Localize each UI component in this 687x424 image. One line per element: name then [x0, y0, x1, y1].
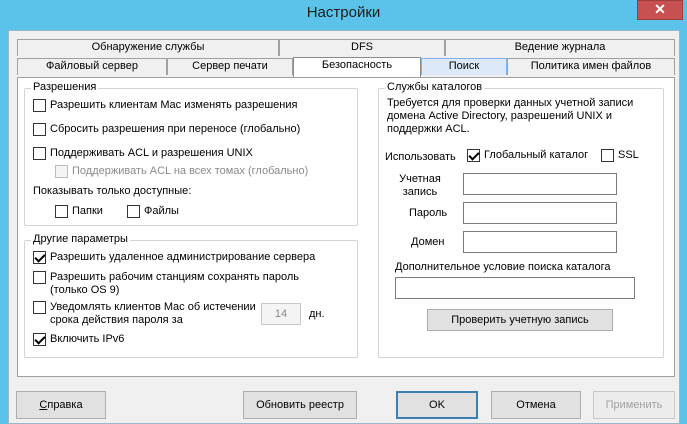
checkbox-label: Файлы — [144, 205, 179, 217]
password-input[interactable] — [463, 202, 617, 224]
support-acl-checkbox[interactable]: Поддерживать ACL и разрешения UNIX — [33, 147, 253, 160]
days-unit-label: дн. — [309, 308, 325, 320]
title-bar: Настройки ✕ — [0, 0, 687, 30]
acl-all-volumes-checkbox: Поддерживать ACL на всех томах (глобальн… — [55, 165, 308, 178]
tab-file-server[interactable]: Файловый сервер — [17, 58, 167, 75]
tab-logging[interactable]: Ведение журнала — [445, 39, 675, 56]
checkbox-label: Глобальный каталог — [484, 149, 589, 161]
checkbox-box[interactable] — [33, 271, 46, 284]
close-button[interactable]: ✕ — [637, 0, 683, 20]
checkbox-label: Разрешить удаленное администрирование се… — [50, 251, 316, 263]
checkbox-label: Папки — [72, 205, 103, 217]
checkbox-label: Сбросить разрешения при переносе (глобал… — [50, 123, 301, 135]
apply-button: Применить — [593, 391, 675, 419]
security-tab-panel: Разрешения Разрешить клиентам Mac изменя… — [17, 77, 675, 377]
checkbox-label: Разрешить клиентам Mac изменять разрешен… — [50, 99, 298, 111]
checkbox-label: Разрешить рабочим станциям сохранять пар… — [50, 271, 299, 296]
domain-input[interactable] — [463, 231, 617, 253]
permissions-group-title: Разрешения — [31, 81, 99, 93]
other-settings-group-title: Другие параметры — [31, 233, 130, 245]
refresh-registry-button[interactable]: Обновить реестр — [243, 391, 357, 419]
checkbox-label: Уведомлять клиентов Mac об истечении сро… — [50, 301, 256, 326]
checkbox-box[interactable] — [127, 205, 140, 218]
checkbox-box[interactable] — [55, 205, 68, 218]
account-label: Учетная запись — [399, 173, 441, 198]
directory-services-group: Службы каталогов Требуется для проверки … — [378, 81, 664, 358]
show-only-label: Показывать только доступные: — [33, 185, 192, 197]
checkbox-label: Поддерживать ACL и разрешения UNIX — [50, 147, 253, 159]
domain-label: Домен — [411, 236, 445, 248]
tab-security[interactable]: Безопасность — [293, 57, 421, 77]
checkbox-box[interactable] — [467, 149, 480, 162]
folders-checkbox[interactable]: Папки — [55, 205, 103, 218]
checkbox-label: Поддерживать ACL на всех томах (глобальн… — [72, 165, 309, 177]
checkbox-label: Включить IPv6 — [50, 333, 125, 345]
checkbox-label: SSL — [618, 149, 639, 161]
files-checkbox[interactable]: Файлы — [127, 205, 179, 218]
expiry-days-field: 14 — [261, 303, 301, 325]
account-input[interactable] — [463, 173, 617, 195]
permissions-group: Разрешения Разрешить клиентам Mac изменя… — [24, 81, 358, 226]
password-label: Пароль — [409, 207, 448, 219]
tab-print-server[interactable]: Сервер печати — [167, 58, 293, 75]
ipv6-checkbox[interactable]: Включить IPv6 — [33, 333, 124, 346]
checkbox-box[interactable] — [601, 149, 614, 162]
use-label: Использовать — [385, 151, 456, 163]
checkbox-box — [55, 165, 68, 178]
extra-condition-label: Дополнительное условие поиска каталога — [395, 261, 611, 273]
window-title: Настройки — [306, 4, 381, 21]
checkbox-box[interactable] — [33, 333, 46, 346]
reset-on-move-checkbox[interactable]: Сбросить разрешения при переносе (глобал… — [33, 123, 300, 136]
other-settings-group: Другие параметры Разрешить удаленное адм… — [24, 233, 358, 358]
checkbox-box[interactable] — [33, 123, 46, 136]
allow-mac-change-checkbox[interactable]: Разрешить клиентам Mac изменять разрешен… — [33, 99, 297, 112]
checkbox-box[interactable] — [33, 147, 46, 160]
tab-filename-policy[interactable]: Политика имен файлов — [507, 58, 675, 75]
ssl-checkbox[interactable]: SSL — [601, 149, 639, 162]
ok-button[interactable]: OK — [396, 391, 478, 419]
global-catalog-checkbox[interactable]: Глобальный каталог — [467, 149, 588, 162]
directory-services-group-title: Службы каталогов — [385, 81, 485, 93]
dialog-client-area: Обнаружение службы DFS Ведение журнала Ф… — [8, 30, 680, 424]
help-button[interactable]: Справка — [16, 391, 106, 419]
cancel-button[interactable]: Отмена — [491, 391, 581, 419]
checkbox-box[interactable] — [33, 99, 46, 112]
checkbox-box[interactable] — [33, 301, 46, 314]
tab-search[interactable]: Поиск — [421, 58, 507, 75]
notify-expiry-checkbox[interactable]: Уведомлять клиентов Mac об истечении сро… — [33, 301, 265, 327]
help-button-label: Справка — [39, 399, 83, 411]
tab-dfs[interactable]: DFS — [279, 39, 445, 56]
directory-description: Требуется для проверки данных учетной за… — [387, 97, 634, 135]
remote-admin-checkbox[interactable]: Разрешить удаленное администрирование се… — [33, 251, 315, 264]
extra-condition-input[interactable] — [395, 277, 635, 299]
tab-service-discovery[interactable]: Обнаружение службы — [17, 39, 279, 56]
checkbox-box[interactable] — [33, 251, 46, 264]
save-password-checkbox[interactable]: Разрешить рабочим станциям сохранять пар… — [33, 271, 300, 297]
verify-account-button[interactable]: Проверить учетную запись — [427, 309, 613, 331]
